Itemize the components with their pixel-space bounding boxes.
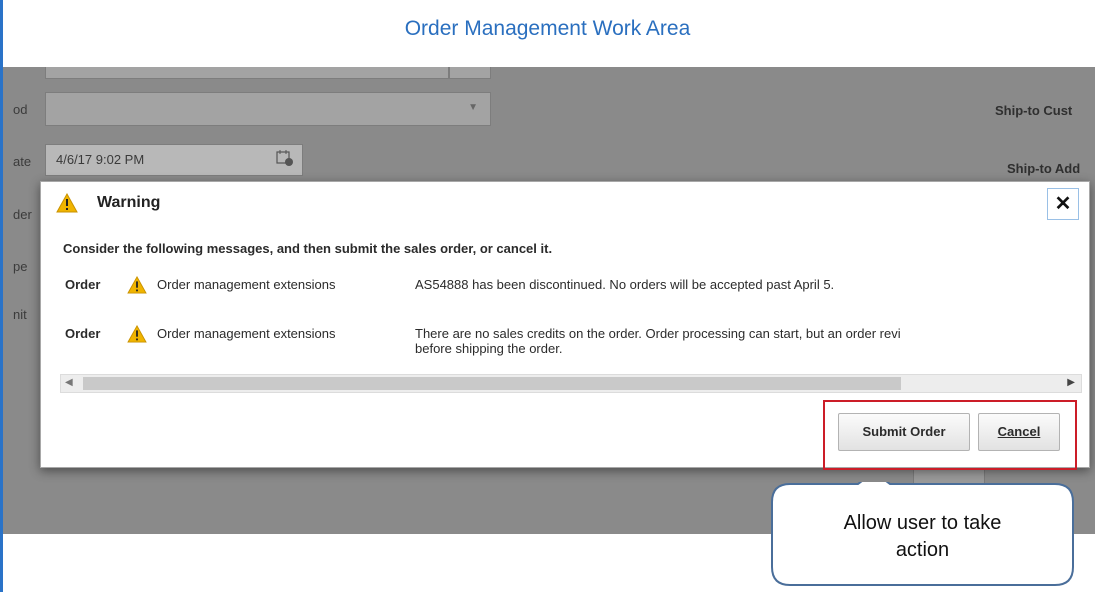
bg-label-type: pe — [13, 259, 28, 274]
annotation-callout: Allow user to take action — [770, 482, 1075, 587]
page-title: Order Management Work Area — [404, 17, 691, 40]
bg-label-unit: nit — [13, 307, 27, 322]
scroll-right-icon[interactable]: ▶ — [1067, 377, 1075, 388]
close-button[interactable]: ✕ — [1047, 188, 1079, 220]
scrollbar-thumb[interactable] — [83, 377, 901, 390]
bg-method-select: ▼ — [45, 92, 491, 126]
bg-date-value: 4/6/17 9:02 PM — [56, 152, 145, 167]
dialog-header: Warning ✕ — [41, 182, 1089, 226]
message-text-line2: before shipping the order. — [415, 341, 563, 356]
message-text-line1: There are no sales credits on the order.… — [415, 326, 901, 341]
message-type: Order — [65, 326, 101, 341]
message-row: Order Order management extensions AS5488… — [41, 275, 1089, 317]
bg-label-ship-to-customer: Ship-to Cust — [995, 103, 1073, 118]
dropdown-arrow-icon: ▼ — [468, 102, 478, 113]
buttons-highlight-box — [823, 400, 1077, 470]
bg-field-top-button — [449, 67, 491, 79]
bg-label-method: od — [13, 102, 28, 117]
message-type: Order — [65, 277, 101, 292]
callout-text: Allow user to take action — [770, 510, 1075, 564]
horizontal-scrollbar[interactable]: ◀ ▶ — [60, 374, 1082, 393]
message-source: Order management extensions — [157, 326, 336, 341]
warning-icon — [127, 275, 147, 297]
callout-line2: action — [895, 539, 950, 561]
scroll-left-icon[interactable]: ◀ — [65, 377, 73, 388]
dialog-intro-text: Consider the following messages, and the… — [63, 241, 553, 256]
warning-icon — [56, 192, 78, 218]
bg-label-date: ate — [13, 154, 32, 169]
message-text-line1: AS54888 has been discontinued. No orders… — [415, 277, 835, 292]
message-row: Order Order management extensions There … — [41, 324, 1089, 366]
bg-label-order: der — [13, 207, 32, 222]
warning-icon — [127, 324, 147, 346]
callout-line1: Allow user to take — [843, 512, 1002, 534]
bg-field-top — [45, 67, 449, 79]
bg-date-field: 4/6/17 9:02 PM — [45, 144, 303, 176]
close-icon: ✕ — [1054, 193, 1072, 215]
message-text: AS54888 has been discontinued. No orders… — [415, 277, 1081, 292]
calendar-icon — [276, 149, 294, 172]
bg-label-ship-to-address: Ship-to Add — [1007, 161, 1081, 176]
message-text: There are no sales credits on the order.… — [415, 326, 1081, 356]
message-source: Order management extensions — [157, 277, 336, 292]
dialog-title: Warning — [97, 194, 161, 211]
